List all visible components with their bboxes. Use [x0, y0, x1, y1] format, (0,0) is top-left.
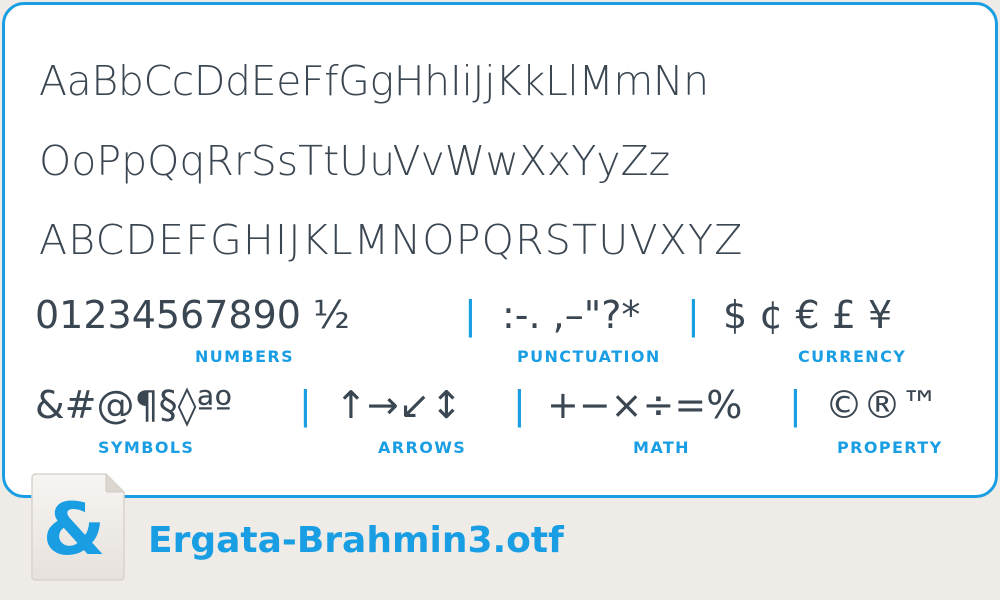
currency-label: CURRENCY	[798, 347, 907, 366]
separator: |	[513, 383, 526, 427]
font-file-name: Ergata-Brahmin3.otf	[148, 520, 564, 561]
ampersand-file-icon: &	[28, 470, 128, 582]
numbers-label: NUMBERS	[195, 347, 295, 366]
separator: |	[299, 383, 312, 427]
alphabet-uppercase-row: ABCDEFGHIJKLMNOPQRSTUVXYZ	[39, 216, 744, 264]
math-label: MATH	[633, 438, 690, 457]
property-label: PROPERTY	[837, 438, 943, 457]
alphabet-mixed-row-2: OoPpQqRrSsTtUuVvWwXxYyZz	[39, 137, 671, 185]
punctuation-glyphs: :-. ,–"?*	[502, 293, 641, 337]
separator: |	[687, 293, 700, 337]
numbers-glyphs: 01234567890 ½	[35, 293, 350, 337]
separator: |	[789, 383, 802, 427]
property-glyphs: ©®™	[825, 383, 939, 427]
punctuation-label: PUNCTUATION	[517, 347, 661, 366]
symbols-label: SYMBOLS	[98, 438, 195, 457]
alphabet-mixed-row-1: AaBbCcDdEeFfGgHhIiJjKkLlMmNn	[39, 57, 709, 105]
specimen-card: AaBbCcDdEeFfGgHhIiJjKkLlMmNn OoPpQqRrSsT…	[2, 2, 998, 498]
arrows-glyphs: ↑→↙↕	[335, 383, 463, 427]
arrows-label: ARROWS	[378, 438, 467, 457]
ampersand-glyph: &	[43, 487, 106, 571]
currency-glyphs: $ ¢ € £ ¥	[723, 293, 893, 337]
symbols-glyphs: &#@¶§◊ªº	[35, 383, 233, 427]
math-glyphs: +−×÷=%	[547, 383, 743, 427]
separator: |	[464, 293, 477, 337]
